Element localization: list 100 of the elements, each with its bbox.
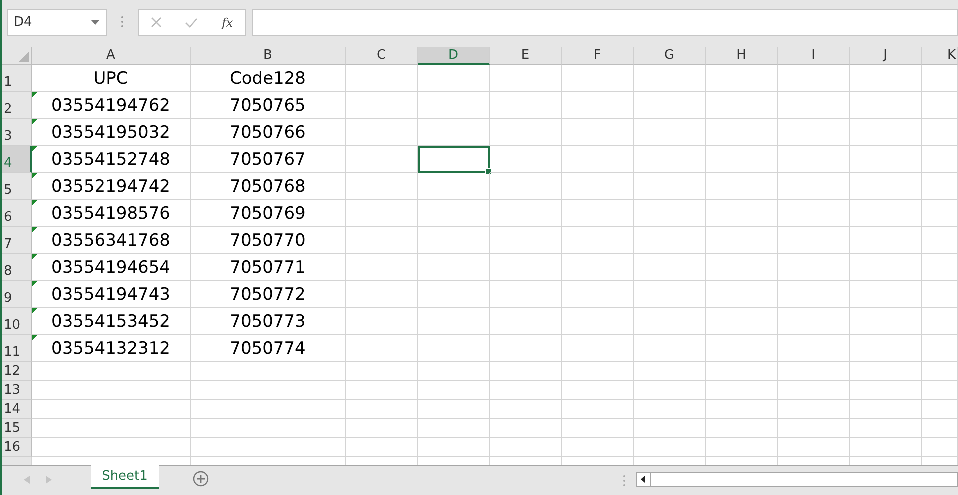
column-header[interactable]: G — [634, 47, 706, 65]
next-sheet-icon[interactable] — [46, 476, 52, 484]
check-icon[interactable] — [185, 18, 198, 28]
table-cell — [850, 308, 922, 335]
table-cell — [706, 119, 778, 146]
cancel-icon[interactable] — [150, 17, 162, 28]
row-header[interactable]: 7 — [2, 227, 32, 254]
formula-field[interactable] — [252, 9, 958, 36]
sheet-tab[interactable]: Sheet1 — [91, 465, 159, 489]
add-sheet-icon[interactable] — [193, 471, 209, 487]
table-cell — [634, 254, 706, 281]
previous-sheet-icon[interactable] — [24, 476, 30, 484]
table-cell — [706, 419, 778, 438]
table-cell — [562, 254, 634, 281]
table-cell — [850, 335, 922, 362]
table-cell — [418, 381, 490, 400]
table-cell — [490, 92, 562, 119]
table-cell — [346, 419, 418, 438]
table-cell — [778, 400, 850, 419]
table-cell — [490, 381, 562, 400]
column-header[interactable]: E — [490, 47, 562, 65]
table-cell — [418, 254, 490, 281]
name-box[interactable]: D4 — [7, 9, 107, 36]
column-header[interactable]: K — [922, 47, 958, 65]
table-cell — [490, 281, 562, 308]
table-cell — [922, 254, 958, 281]
table-cell — [418, 308, 490, 335]
select-all-icon[interactable] — [19, 52, 29, 62]
table-cell — [778, 146, 850, 173]
table-cell — [634, 400, 706, 419]
insert-function-button[interactable]: fx — [222, 16, 234, 30]
row-header[interactable]: 2 — [2, 92, 32, 119]
table-cell — [922, 119, 958, 146]
column-header[interactable]: H — [706, 47, 778, 65]
table-cell — [778, 281, 850, 308]
table-cell — [634, 92, 706, 119]
table-cell — [850, 400, 922, 419]
cell-text: 03554153452 — [52, 312, 170, 332]
table-cell — [562, 381, 634, 400]
column-header[interactable]: J — [850, 47, 922, 65]
table-cell — [850, 146, 922, 173]
table-cell — [418, 335, 490, 362]
table-cell — [706, 173, 778, 200]
table-cell — [778, 254, 850, 281]
table-cell — [706, 200, 778, 227]
row-header[interactable]: 3 — [2, 119, 32, 146]
cell-text: 03554198576 — [52, 204, 170, 224]
row-header[interactable]: 8 — [2, 254, 32, 281]
column-header[interactable]: D — [418, 47, 490, 65]
row-header[interactable]: 6 — [2, 200, 32, 227]
table-cell — [706, 335, 778, 362]
table-cell — [706, 92, 778, 119]
table-cell — [850, 281, 922, 308]
table-cell — [922, 335, 958, 362]
row-header[interactable]: 11 — [2, 335, 32, 362]
row-header[interactable]: 5 — [2, 173, 32, 200]
row-header[interactable]: 13 — [2, 381, 32, 400]
table-cell — [490, 254, 562, 281]
cell-text: 03556341768 — [52, 231, 170, 251]
column-header[interactable]: C — [346, 47, 418, 65]
table-cell — [706, 362, 778, 381]
cell-text: 03554132312 — [52, 339, 170, 359]
table-cell — [706, 254, 778, 281]
table-cell — [778, 335, 850, 362]
cell-text: 7050765 — [230, 96, 306, 116]
row-header[interactable] — [2, 457, 32, 465]
row-header[interactable]: 14 — [2, 400, 32, 419]
table-cell — [346, 400, 418, 419]
table-cell — [922, 92, 958, 119]
table-cell — [562, 400, 634, 419]
cell-text: 7050769 — [230, 204, 306, 224]
column-header[interactable]: B — [191, 47, 346, 65]
row-header[interactable]: 15 — [2, 419, 32, 438]
column-header[interactable]: A — [32, 47, 191, 65]
caret-icon — [91, 20, 100, 25]
table-cell — [562, 65, 634, 92]
active-cell[interactable] — [418, 146, 490, 173]
table-cell — [346, 381, 418, 400]
table-cell — [706, 308, 778, 335]
cell-text: 03554194762 — [52, 96, 170, 116]
table-cell — [418, 419, 490, 438]
table-cell — [922, 419, 958, 438]
row-header[interactable]: 4 — [2, 146, 32, 173]
column-header[interactable]: I — [778, 47, 850, 65]
grip-icon — [121, 16, 124, 28]
table-cell — [562, 227, 634, 254]
table-cell — [634, 381, 706, 400]
row-header[interactable]: 9 — [2, 281, 32, 308]
cell-text: 7050767 — [230, 150, 306, 170]
table-cell — [490, 119, 562, 146]
table-cell — [634, 281, 706, 308]
column-header[interactable]: F — [562, 47, 634, 65]
row-header[interactable]: 12 — [2, 362, 32, 381]
row-header[interactable]: 10 — [2, 308, 32, 335]
cell-text: 03554194654 — [52, 258, 170, 278]
row-header[interactable]: 1 — [2, 65, 32, 92]
horizontal-scrollbar[interactable] — [636, 472, 958, 487]
cell-text: 7050771 — [230, 258, 306, 278]
select-all-corner[interactable] — [2, 47, 32, 65]
row-header[interactable]: 16 — [2, 438, 32, 457]
